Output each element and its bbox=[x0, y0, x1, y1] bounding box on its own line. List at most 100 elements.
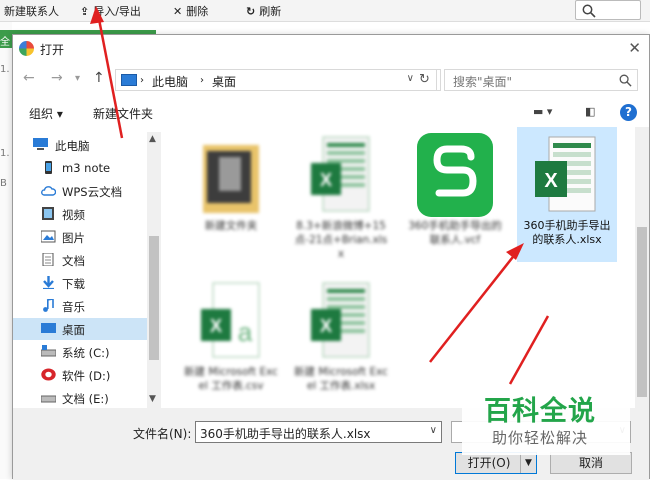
scrollbar-thumb[interactable] bbox=[637, 227, 647, 397]
computer-icon bbox=[33, 138, 48, 150]
chevron-right-icon: › bbox=[140, 75, 144, 86]
music-icon bbox=[43, 299, 54, 312]
file-label: 360手机助手导出的联系人.xlsx bbox=[523, 219, 611, 246]
chevron-down-icon[interactable]: ▼ bbox=[520, 453, 536, 473]
file-label: 新建 Microsoft Excel 工作表.csv bbox=[184, 366, 278, 392]
sidebar-item-m3-note[interactable]: m3 note bbox=[13, 157, 147, 179]
computer-icon bbox=[121, 74, 137, 86]
file-item-excel-csv[interactable]: a X 新建 Microsoft Excel 工作表.csv bbox=[181, 273, 281, 408]
scrollbar-thumb[interactable] bbox=[149, 236, 159, 360]
excel-file-icon: X bbox=[311, 282, 370, 358]
sidebar-item-pictures[interactable]: 图片 bbox=[13, 226, 147, 248]
dialog-title: 打开 bbox=[40, 43, 65, 57]
excel-file-icon: X bbox=[311, 136, 370, 212]
csv-file-icon: a X bbox=[201, 282, 260, 358]
sidebar-item-desktop[interactable]: 桌面 bbox=[13, 318, 147, 340]
new-folder-button[interactable]: 新建文件夹 bbox=[93, 105, 153, 122]
search-input[interactable]: 搜索"桌面" bbox=[444, 69, 638, 91]
search-placeholder: 搜索"桌面" bbox=[453, 75, 513, 89]
sidebar-item-music[interactable]: 音乐 bbox=[13, 295, 147, 317]
preview-pane-icon[interactable]: ◧ bbox=[585, 105, 595, 118]
close-icon: ✕ bbox=[173, 5, 183, 18]
file-item-contacts-xlsx[interactable]: X 360手机助手导出的联系人.xlsx bbox=[517, 127, 617, 262]
up-arrow-icon[interactable]: ↑ bbox=[93, 70, 105, 86]
refresh-icon[interactable]: ↻ bbox=[413, 69, 437, 91]
sidebar-item-drive-d[interactable]: 软件 (D:) bbox=[13, 364, 147, 386]
watermark: 百科全说 助你轻松解决 bbox=[462, 383, 630, 455]
svg-text:X: X bbox=[320, 316, 332, 336]
delete-label: 删除 bbox=[186, 5, 209, 18]
sidebar-item-drive-e[interactable]: 文档 (E:) bbox=[13, 387, 147, 408]
watermark-subtitle: 助你轻松解决 bbox=[492, 429, 589, 447]
open-button[interactable]: 打开(O) ▼ bbox=[455, 452, 537, 474]
chevron-down-icon[interactable]: ▼ bbox=[149, 394, 156, 404]
svg-text:X: X bbox=[210, 316, 222, 336]
wps-file-icon bbox=[417, 133, 493, 217]
app-toolbar: 新建联系人 ⇪ 导入/导出 ✕ 删除 ↻ 刷新 bbox=[0, 0, 650, 22]
import-export-button[interactable]: ⇪ 导入/导出 bbox=[80, 3, 141, 19]
navigation-scrollbar[interactable]: ▲ ▼ bbox=[147, 132, 161, 408]
sidebar-item-label: 文档 (E:) bbox=[62, 392, 109, 406]
sidebar-item-downloads[interactable]: 下载 bbox=[13, 272, 147, 294]
new-contact-button[interactable]: 新建联系人 bbox=[4, 3, 59, 19]
sidebar-item-videos[interactable]: 视频 bbox=[13, 203, 147, 225]
app-search-input[interactable] bbox=[575, 0, 641, 20]
view-icon[interactable]: ▬ ▾ bbox=[533, 105, 552, 118]
video-icon bbox=[42, 207, 54, 220]
address-bar[interactable]: › 此电脑 › 桌面 ∨ bbox=[115, 69, 441, 91]
sidebar-item-label: m3 note bbox=[62, 161, 111, 175]
phone-icon bbox=[45, 161, 52, 174]
app-side-text: B bbox=[0, 178, 7, 189]
file-list: 新建文件夹 X 8.3+新浪微博+15点-21点+Brian.xlsx 360手… bbox=[161, 127, 633, 408]
help-icon[interactable]: ? bbox=[620, 104, 637, 121]
recent-chevron-icon[interactable]: ▾ bbox=[75, 73, 80, 84]
cloud-icon bbox=[41, 186, 56, 196]
refresh-button[interactable]: ↻ 刷新 bbox=[246, 3, 281, 19]
sidebar-item-this-pc[interactable]: 此电脑 bbox=[13, 134, 147, 156]
open-button-label: 打开(O) bbox=[467, 456, 511, 470]
drive-icon bbox=[41, 345, 56, 357]
file-item-new-folder[interactable]: 新建文件夹 bbox=[181, 127, 281, 262]
filename-field[interactable]: 360手机助手导出的联系人.xlsx ∨ bbox=[195, 421, 442, 443]
navigation-bar: ← → ▾ ↑ › 此电脑 › 桌面 ∨ ↻ 搜索"桌面" bbox=[13, 65, 649, 95]
svg-text:a: a bbox=[238, 317, 253, 347]
organize-button[interactable]: 组织 ▾ bbox=[29, 105, 63, 122]
file-item-excel-xlsx[interactable]: X 新建 Microsoft Excel 工作表.xlsx bbox=[291, 273, 391, 408]
document-icon bbox=[42, 253, 54, 266]
sidebar-item-drive-c[interactable]: 系统 (C:) bbox=[13, 341, 147, 363]
picture-icon bbox=[41, 230, 56, 243]
sidebar-item-wps-cloud[interactable]: WPS云文档 bbox=[13, 180, 147, 202]
back-arrow-icon[interactable]: ← bbox=[23, 70, 35, 86]
watermark-title: 百科全说 bbox=[484, 396, 596, 427]
sidebar-item-label: 文档 bbox=[62, 254, 85, 268]
sidebar-item-label: 此电脑 bbox=[55, 139, 90, 153]
delete-button[interactable]: ✕ 删除 bbox=[173, 3, 208, 19]
file-item-contacts-vcf[interactable]: 360手机助手导出的联系人.vcf bbox=[405, 127, 505, 262]
forward-arrow-icon[interactable]: → bbox=[51, 70, 63, 86]
desktop-icon bbox=[41, 323, 56, 333]
chevron-down-icon[interactable]: ∨ bbox=[430, 425, 437, 436]
chevron-up-icon[interactable]: ▲ bbox=[149, 134, 156, 144]
sidebar-item-documents[interactable]: 文档 bbox=[13, 249, 147, 271]
sidebar-item-label: 图片 bbox=[62, 231, 85, 245]
file-label: 新建 Microsoft Excel 工作表.xlsx bbox=[294, 366, 388, 392]
file-label: 360手机助手导出的联系人.vcf bbox=[408, 220, 502, 246]
download-icon bbox=[43, 276, 54, 289]
close-icon[interactable]: ✕ bbox=[628, 39, 641, 57]
file-list-scrollbar[interactable] bbox=[635, 127, 649, 408]
app-side-strip bbox=[0, 22, 12, 479]
filename-label: 文件名(N): bbox=[133, 427, 192, 441]
sidebar-item-label: WPS云文档 bbox=[62, 185, 123, 199]
sidebar-item-label: 下载 bbox=[62, 277, 85, 291]
breadcrumb-desktop[interactable]: 桌面 bbox=[212, 73, 236, 90]
sidebar-item-label: 桌面 bbox=[62, 323, 85, 337]
cancel-button[interactable]: 取消 bbox=[550, 452, 632, 474]
sidebar-item-label: 音乐 bbox=[62, 300, 85, 314]
import-export-label: 导入/导出 bbox=[93, 5, 141, 18]
search-icon bbox=[582, 4, 596, 18]
refresh-label: 刷新 bbox=[259, 5, 282, 18]
breadcrumb-this-pc[interactable]: 此电脑 bbox=[152, 73, 188, 90]
file-item-weibo-xlsx[interactable]: X 8.3+新浪微博+15点-21点+Brian.xlsx bbox=[291, 127, 391, 262]
import-export-icon: ⇪ bbox=[80, 5, 90, 18]
dialog-titlebar: 打开 ✕ bbox=[13, 35, 649, 63]
